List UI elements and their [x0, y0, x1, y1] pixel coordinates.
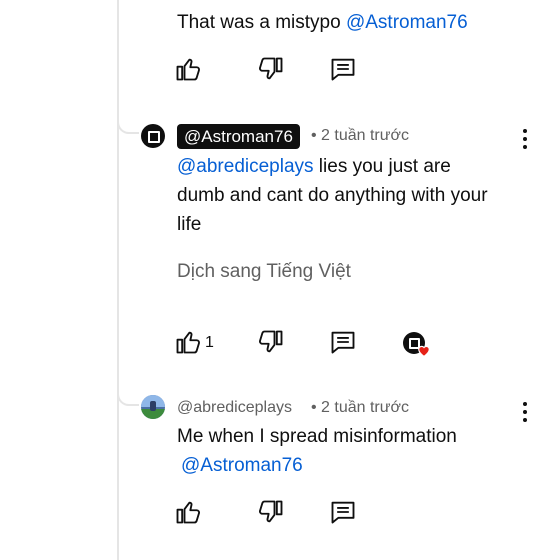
mention-link[interactable]: @Astroman76 [346, 12, 468, 33]
like-button[interactable] [174, 498, 202, 526]
more-vertical-icon[interactable] [520, 402, 530, 424]
timestamp: • 2 tuần trước [311, 127, 409, 144]
mention-text[interactable]: @Astroman76 [181, 455, 303, 476]
comment-text: That was a mistypo @Astroman76 [177, 8, 468, 37]
author-badge[interactable]: @Astroman76 [177, 124, 300, 149]
thumb-down-icon [258, 500, 283, 523]
avatar[interactable] [141, 395, 165, 419]
reply-branch [117, 392, 139, 406]
more-vertical-icon[interactable] [520, 129, 530, 151]
dislike-button[interactable] [257, 55, 285, 83]
mention-link[interactable]: @abrediceplays [177, 156, 314, 177]
author-name[interactable]: @abrediceplays [177, 399, 292, 417]
timestamp: • 2 tuần trước [311, 399, 409, 416]
comment-text-body: lies you just are [313, 156, 451, 177]
comment-text: @abrediceplays lies you just are [177, 152, 451, 181]
reply-button[interactable] [329, 498, 357, 526]
reply-button[interactable] [329, 328, 357, 356]
like-button[interactable] [174, 328, 202, 356]
thumb-down-icon [258, 330, 283, 353]
mention-link[interactable]: @Astroman76 [181, 451, 303, 480]
dislike-button[interactable] [257, 328, 285, 356]
comment-icon [331, 501, 355, 524]
comment-text-line: dumb and cant do anything with your [177, 185, 488, 206]
thread-line [117, 0, 119, 560]
translate-link[interactable]: Dịch sang Tiếng Việt [177, 257, 351, 286]
thumb-down-icon [258, 57, 283, 80]
comment-text-body: That was a mistypo [177, 12, 346, 33]
thumb-up-icon [176, 331, 201, 354]
thumb-up-icon [176, 501, 201, 524]
like-count: 1 [205, 334, 214, 351]
comment-icon [331, 58, 355, 81]
creator-heart-icon [403, 332, 433, 362]
thumb-up-icon [176, 58, 201, 81]
like-button[interactable] [174, 55, 202, 83]
comment-icon [331, 331, 355, 354]
avatar[interactable] [141, 124, 165, 148]
reply-button[interactable] [329, 55, 357, 83]
reply-branch [117, 120, 139, 134]
comment-text-line: life [177, 214, 202, 235]
dislike-button[interactable] [257, 498, 285, 526]
heart-icon [418, 345, 430, 357]
comment-text: Me when I spread misinformation [177, 426, 457, 447]
